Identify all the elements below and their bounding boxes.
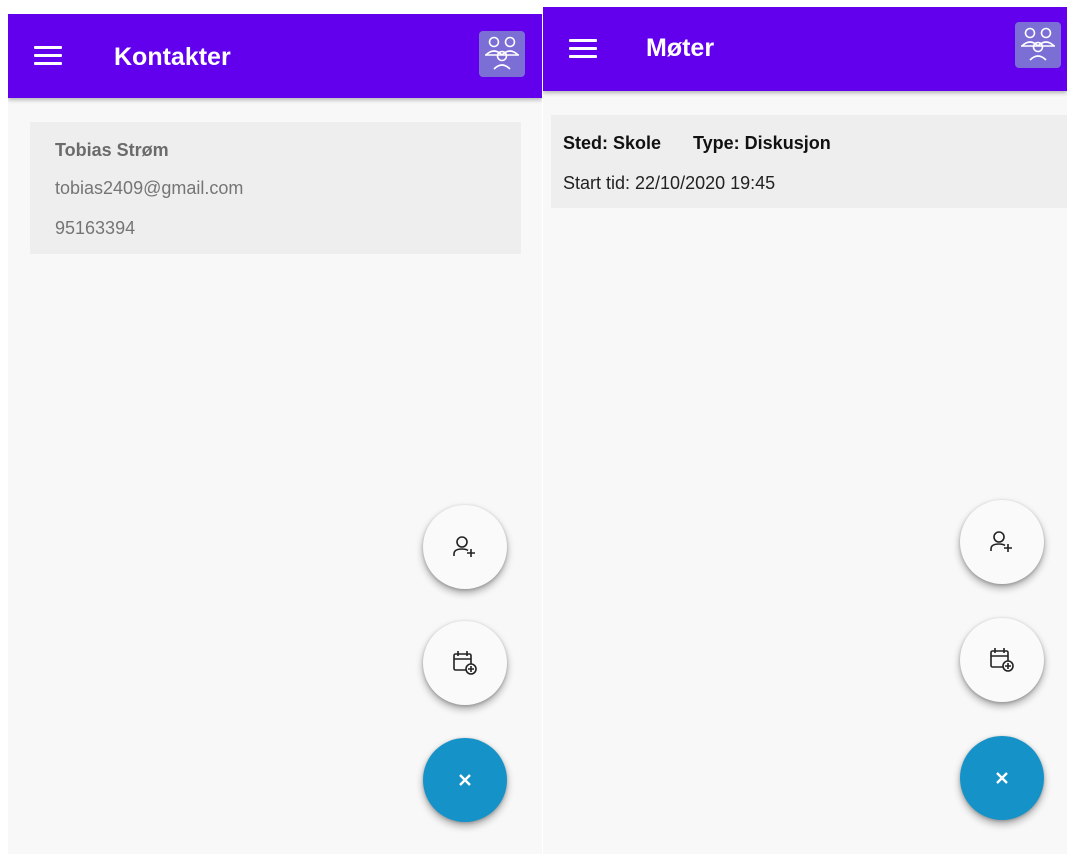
app-bar: Møter [543,7,1067,91]
add-contact-button[interactable] [423,505,507,589]
add-meeting-button[interactable] [423,621,507,705]
meetings-screen: Møter Sted: Skole Type: Diskusjon Start … [543,7,1067,854]
contact-card[interactable]: Tobias Strøm tobias2409@gmail.com 951633… [30,122,521,254]
contact-email: tobias2409@gmail.com [55,178,244,198]
app-bar: Kontakter [8,14,542,98]
person-add-icon [990,531,1012,552]
meeting-place: Sted: Skole [563,133,662,153]
close-fab-button[interactable] [960,736,1044,820]
calendar-add-icon [990,648,1014,672]
calendar-add-icon [453,651,477,675]
hamburger-menu-icon[interactable] [569,39,597,59]
close-icon [996,772,1008,784]
close-fab-button[interactable] [423,738,507,822]
add-meeting-button[interactable] [960,618,1044,702]
page-title: Møter [646,34,715,62]
meeting-card[interactable]: Sted: Skole Type: Diskusjon Start tid: 2… [551,115,1067,208]
contact-phone: 95163394 [55,218,136,238]
contacts-screen: Kontakter Tobias Strøm tobias2409@gmail.… [8,14,542,854]
group-people-icon[interactable] [479,31,525,77]
group-people-icon[interactable] [1015,22,1061,68]
meeting-start-time: Start tid: 22/10/2020 19:45 [563,173,776,193]
person-add-icon [453,536,475,557]
hamburger-menu-icon[interactable] [34,46,62,66]
add-contact-button[interactable] [960,500,1044,584]
meeting-type: Type: Diskusjon [693,133,831,153]
page-title: Kontakter [114,43,231,71]
contact-name: Tobias Strøm [55,140,169,160]
close-icon [459,774,471,786]
